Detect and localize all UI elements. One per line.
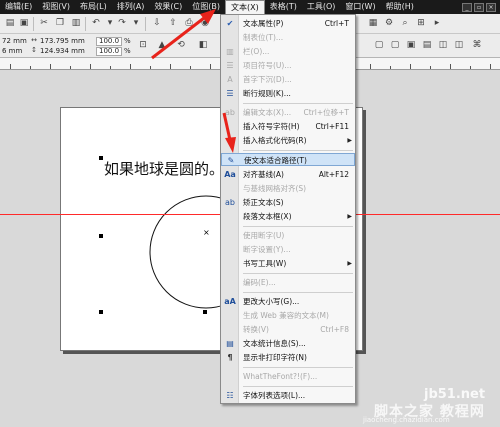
artistic-text[interactable]: 如果地球是圆的。 — [104, 158, 224, 179]
menu-item-bullets[interactable]: ☰ 项目符号(U)... — [221, 59, 355, 72]
menu-separator — [243, 386, 353, 387]
drop-cap-icon: A — [227, 75, 233, 84]
columns-icon: ▥ — [226, 47, 234, 56]
menu-item-tabs[interactable]: 制表位(T)... — [221, 31, 355, 44]
menu-separator — [243, 103, 353, 104]
menu-item-drop-cap[interactable]: A 首字下沉(D)... — [221, 73, 355, 86]
font-list-icon: ☷ — [226, 391, 234, 400]
menu-item-text-statistics[interactable]: ▤ 文本统计信息(S)... — [221, 337, 355, 350]
watermark-url: jiaocheng.chazidian.com — [363, 416, 450, 424]
menu-item-align-baseline[interactable]: Aa 对齐基线(A) Alt+F12 — [221, 168, 355, 181]
menu-item-change-case[interactable]: aA 更改大小写(G)... — [221, 295, 355, 308]
rotation-center-icon[interactable]: × — [203, 228, 210, 237]
change-case-icon: aA — [224, 297, 236, 306]
menu-item-edit-text[interactable]: ab 编辑文本(X)... Ctrl+位移+T — [221, 106, 355, 119]
text-stats-icon: ▤ — [226, 339, 234, 348]
menu-item-font-list-options[interactable]: ☷ 字体列表选项(L)... — [221, 389, 355, 402]
selection-handle[interactable] — [99, 234, 103, 238]
fit-text-path-icon: ✎ — [227, 156, 235, 165]
submenu-arrow-icon: ▶ — [347, 137, 352, 144]
menu-item-hyphenation-settings[interactable]: 断字设置(Y)... — [221, 243, 355, 256]
menu-item-whatthefont[interactable]: WhatTheFont?!(F)... — [221, 370, 355, 383]
check-icon: ✔ — [226, 19, 234, 28]
list-icon: ☰ — [226, 89, 234, 98]
menu-item-paragraph-frame[interactable]: 段落文本框(X) ▶ — [221, 210, 355, 223]
menu-item-text-properties[interactable]: ✔ 文本属性(P) Ctrl+T — [221, 17, 355, 30]
menu-item-fit-text-to-path[interactable]: ✎ 使文本适合路径(T) — [221, 153, 355, 166]
selection-handle[interactable] — [99, 310, 103, 314]
bullets-icon: ☰ — [226, 61, 234, 70]
menu-item-line-break-rules[interactable]: ☰ 断行规则(K)... — [221, 87, 355, 100]
submenu-arrow-icon: ▶ — [347, 213, 352, 220]
menu-separator — [243, 367, 353, 368]
selection-handle[interactable] — [203, 310, 207, 314]
submenu-arrow-icon: ▶ — [347, 260, 352, 267]
align-baseline-icon: Aa — [224, 170, 236, 179]
menu-item-encoding[interactable]: 编码(E)... — [221, 276, 355, 289]
menu-item-use-hyphenation[interactable]: 使用断字(U) — [221, 229, 355, 242]
straighten-text-icon: ab — [225, 198, 235, 207]
menu-item-insert-format-code[interactable]: 插入格式化代码(R) ▶ — [221, 134, 355, 147]
text-menu-dropdown: ✔ 文本属性(P) Ctrl+T 制表位(T)... ▥ 栏(O)... ☰ 项… — [220, 14, 356, 404]
menu-item-show-nonprinting[interactable]: ¶ 显示非打印字符(N) — [221, 351, 355, 364]
watermark-site: jb51.net — [424, 387, 486, 402]
menu-item-convert[interactable]: 转换(V) Ctrl+F8 — [221, 323, 355, 336]
menu-separator — [243, 226, 353, 227]
menu-item-insert-symbol[interactable]: 插入符号字符(H) Ctrl+F11 — [221, 120, 355, 133]
menu-item-straighten-text[interactable]: ab 矫正文本(S) — [221, 196, 355, 209]
selection-handle[interactable] — [99, 156, 103, 160]
menu-item-align-grid[interactable]: 与基线网格对齐(S) — [221, 182, 355, 195]
pilcrow-icon: ¶ — [227, 353, 233, 362]
menu-item-columns[interactable]: ▥ 栏(O)... — [221, 45, 355, 58]
menu-separator — [243, 150, 353, 151]
edit-text-icon: ab — [225, 108, 235, 117]
menu-item-writing-tools[interactable]: 书写工具(W) ▶ — [221, 257, 355, 270]
menu-separator — [243, 292, 353, 293]
menu-separator — [243, 273, 353, 274]
menu-item-web-compatible[interactable]: 生成 Web 兼容的文本(M) — [221, 309, 355, 322]
